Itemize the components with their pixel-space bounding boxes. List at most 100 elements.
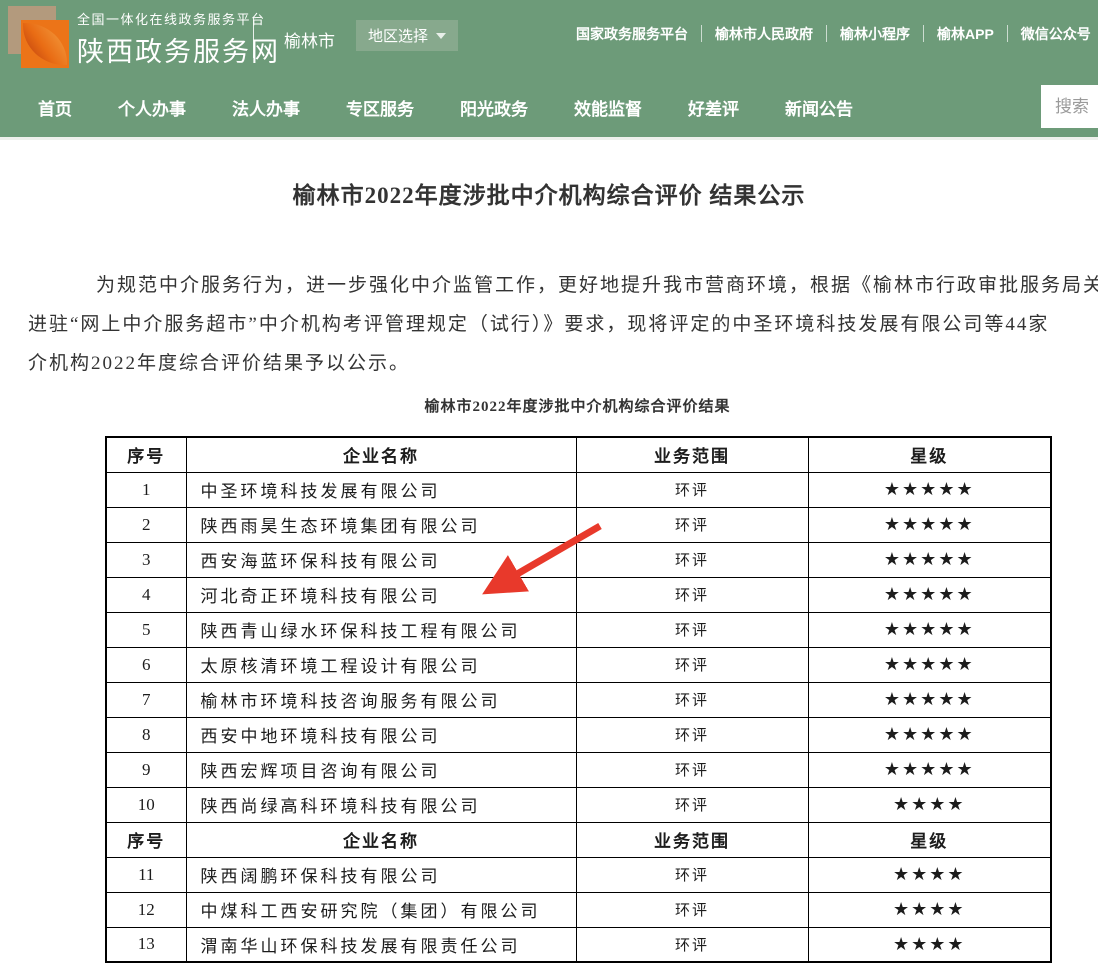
cell-scope: 环评 xyxy=(576,752,808,787)
nav-item[interactable]: 阳光政务 xyxy=(460,95,528,120)
table-header-row: 序号企业名称业务范围星级 xyxy=(106,822,1051,857)
table-caption: 榆林市2022年度涉批中介机构综合评价结果 xyxy=(105,395,1050,416)
cell-index: 1 xyxy=(106,472,186,507)
column-header: 星级 xyxy=(808,437,1051,472)
banner-link[interactable]: 榆林市人民政府 xyxy=(715,24,813,44)
table-row: 11陕西阔鹏环保科技有限公司环评★★★★ xyxy=(106,857,1051,892)
link-divider xyxy=(923,25,924,42)
column-header: 业务范围 xyxy=(576,437,808,472)
cell-scope: 环评 xyxy=(576,682,808,717)
banner-link[interactable]: 微信公众号 xyxy=(1021,24,1091,44)
column-header: 序号 xyxy=(106,822,186,857)
cell-scope: 环评 xyxy=(576,787,808,822)
link-divider xyxy=(1007,25,1008,42)
cell-star-rating: ★★★★ xyxy=(808,927,1051,962)
cell-star-rating: ★★★★★ xyxy=(808,472,1051,507)
cell-company-name: 陕西宏辉项目咨询有限公司 xyxy=(186,752,576,787)
nav-item[interactable]: 首页 xyxy=(38,95,72,120)
cell-company-name: 西安海蓝环保科技有限公司 xyxy=(186,542,576,577)
cell-scope: 环评 xyxy=(576,857,808,892)
main-nav: 首页 个人办事 法人办事 专区服务 阳光政务 效能监督 好差评 新闻公告 xyxy=(0,75,1098,140)
cell-company-name: 太原核清环境工程设计有限公司 xyxy=(186,647,576,682)
cell-star-rating: ★★★★ xyxy=(808,857,1051,892)
banner-link[interactable]: 国家政务服务平台 xyxy=(576,24,688,44)
cell-company-name: 渭南华山环保科技发展有限责任公司 xyxy=(186,927,576,962)
region-select-label: 地区选择 xyxy=(368,25,428,46)
column-header: 企业名称 xyxy=(186,822,576,857)
column-header: 序号 xyxy=(106,437,186,472)
cell-company-name: 陕西阔鹏环保科技有限公司 xyxy=(186,857,576,892)
nav-item[interactable]: 个人办事 xyxy=(118,95,186,120)
cell-scope: 环评 xyxy=(576,577,808,612)
table-row: 1中圣环境科技发展有限公司环评★★★★★ xyxy=(106,472,1051,507)
cell-index: 9 xyxy=(106,752,186,787)
cell-company-name: 陕西尚绿高科环境科技有限公司 xyxy=(186,787,576,822)
column-header: 企业名称 xyxy=(186,437,576,472)
paragraph-line: 介机构2022年度综合评价结果予以公示。 xyxy=(28,344,1098,383)
cell-company-name: 西安中地环境科技有限公司 xyxy=(186,717,576,752)
cell-company-name: 陕西雨昊生态环境集团有限公司 xyxy=(186,507,576,542)
cell-scope: 环评 xyxy=(576,717,808,752)
cell-star-rating: ★★★★★ xyxy=(808,752,1051,787)
banner-link[interactable]: 榆林APP xyxy=(937,24,994,44)
cell-star-rating: ★★★★ xyxy=(808,787,1051,822)
cell-star-rating: ★★★★★ xyxy=(808,717,1051,752)
banner-link[interactable]: 榆林小程序 xyxy=(840,24,910,44)
cell-star-rating: ★★★★★ xyxy=(808,577,1051,612)
cell-index: 6 xyxy=(106,647,186,682)
table-header-row: 序号企业名称业务范围星级 xyxy=(106,437,1051,472)
region-select-button[interactable]: 地区选择 xyxy=(356,20,458,51)
paragraph-line: 进驻“网上中介服务超市”中介机构考评管理规定（试行）》要求，现将评定的中圣环境科… xyxy=(28,305,1098,344)
cell-star-rating: ★★★★★ xyxy=(808,507,1051,542)
cell-star-rating: ★★★★★ xyxy=(808,647,1051,682)
nav-item[interactable]: 效能监督 xyxy=(574,95,642,120)
site-banner: 全国一体化在线政务服务平台 陕西政务服务网 榆林市 地区选择 国家政务服务平台 榆… xyxy=(0,0,1098,75)
cell-company-name: 中圣环境科技发展有限公司 xyxy=(186,472,576,507)
cell-star-rating: ★★★★★ xyxy=(808,542,1051,577)
table-row: 3西安海蓝环保科技有限公司环评★★★★★ xyxy=(106,542,1051,577)
link-divider xyxy=(701,25,702,42)
cell-index: 5 xyxy=(106,612,186,647)
page-title: 榆林市2022年度涉批中介机构综合评价 结果公示 xyxy=(0,176,1098,210)
brand-block: 全国一体化在线政务服务平台 陕西政务服务网 xyxy=(77,9,280,69)
cell-star-rating: ★★★★★ xyxy=(808,682,1051,717)
cell-index: 2 xyxy=(106,507,186,542)
table-row: 7榆林市环境科技咨询服务有限公司环评★★★★★ xyxy=(106,682,1051,717)
table-row: 9陕西宏辉项目咨询有限公司环评★★★★★ xyxy=(106,752,1051,787)
evaluation-table: 序号企业名称业务范围星级1中圣环境科技发展有限公司环评★★★★★2陕西雨昊生态环… xyxy=(105,436,1052,963)
cell-scope: 环评 xyxy=(576,542,808,577)
cell-index: 7 xyxy=(106,682,186,717)
results-table-section: 榆林市2022年度涉批中介机构综合评价结果 序号企业名称业务范围星级1中圣环境科… xyxy=(105,395,1050,963)
nav-item[interactable]: 专区服务 xyxy=(346,95,414,120)
nav-item[interactable]: 好差评 xyxy=(688,95,739,120)
table-row: 10陕西尚绿高科环境科技有限公司环评★★★★ xyxy=(106,787,1051,822)
cell-scope: 环评 xyxy=(576,927,808,962)
nav-item[interactable]: 法人办事 xyxy=(232,95,300,120)
cell-index: 10 xyxy=(106,787,186,822)
column-header: 星级 xyxy=(808,822,1051,857)
announcement-body: 为规范中介服务行为，进一步强化中介监管工作，更好地提升我市营商环境，根据《榆林市… xyxy=(0,266,1098,383)
nav-item[interactable]: 新闻公告 xyxy=(785,95,853,120)
banner-links: 国家政务服务平台榆林市人民政府榆林小程序榆林APP微信公众号注册 xyxy=(576,23,1098,44)
table-row: 4河北奇正环境科技有限公司环评★★★★★ xyxy=(106,577,1051,612)
cell-index: 12 xyxy=(106,892,186,927)
cell-scope: 环评 xyxy=(576,612,808,647)
cell-index: 4 xyxy=(106,577,186,612)
cell-company-name: 陕西青山绿水环保科技工程有限公司 xyxy=(186,612,576,647)
table-row: 2陕西雨昊生态环境集团有限公司环评★★★★★ xyxy=(106,507,1051,542)
cell-index: 3 xyxy=(106,542,186,577)
cell-scope: 环评 xyxy=(576,507,808,542)
cell-index: 13 xyxy=(106,927,186,962)
cell-scope: 环评 xyxy=(576,892,808,927)
platform-label: 全国一体化在线政务服务平台 xyxy=(77,9,280,28)
cell-scope: 环评 xyxy=(576,472,808,507)
cell-star-rating: ★★★★ xyxy=(808,892,1051,927)
column-header: 业务范围 xyxy=(576,822,808,857)
table-row: 6太原核清环境工程设计有限公司环评★★★★★ xyxy=(106,647,1051,682)
current-city-label: 榆林市 xyxy=(284,27,335,52)
cell-star-rating: ★★★★★ xyxy=(808,612,1051,647)
nav-items: 首页 个人办事 法人办事 专区服务 阳光政务 效能监督 好差评 新闻公告 xyxy=(0,75,1098,120)
search-input[interactable] xyxy=(1041,85,1098,128)
evaluation-table-body: 序号企业名称业务范围星级1中圣环境科技发展有限公司环评★★★★★2陕西雨昊生态环… xyxy=(106,437,1051,962)
paragraph-line: 为规范中介服务行为，进一步强化中介监管工作，更好地提升我市营商环境，根据《榆林市… xyxy=(28,266,1098,305)
